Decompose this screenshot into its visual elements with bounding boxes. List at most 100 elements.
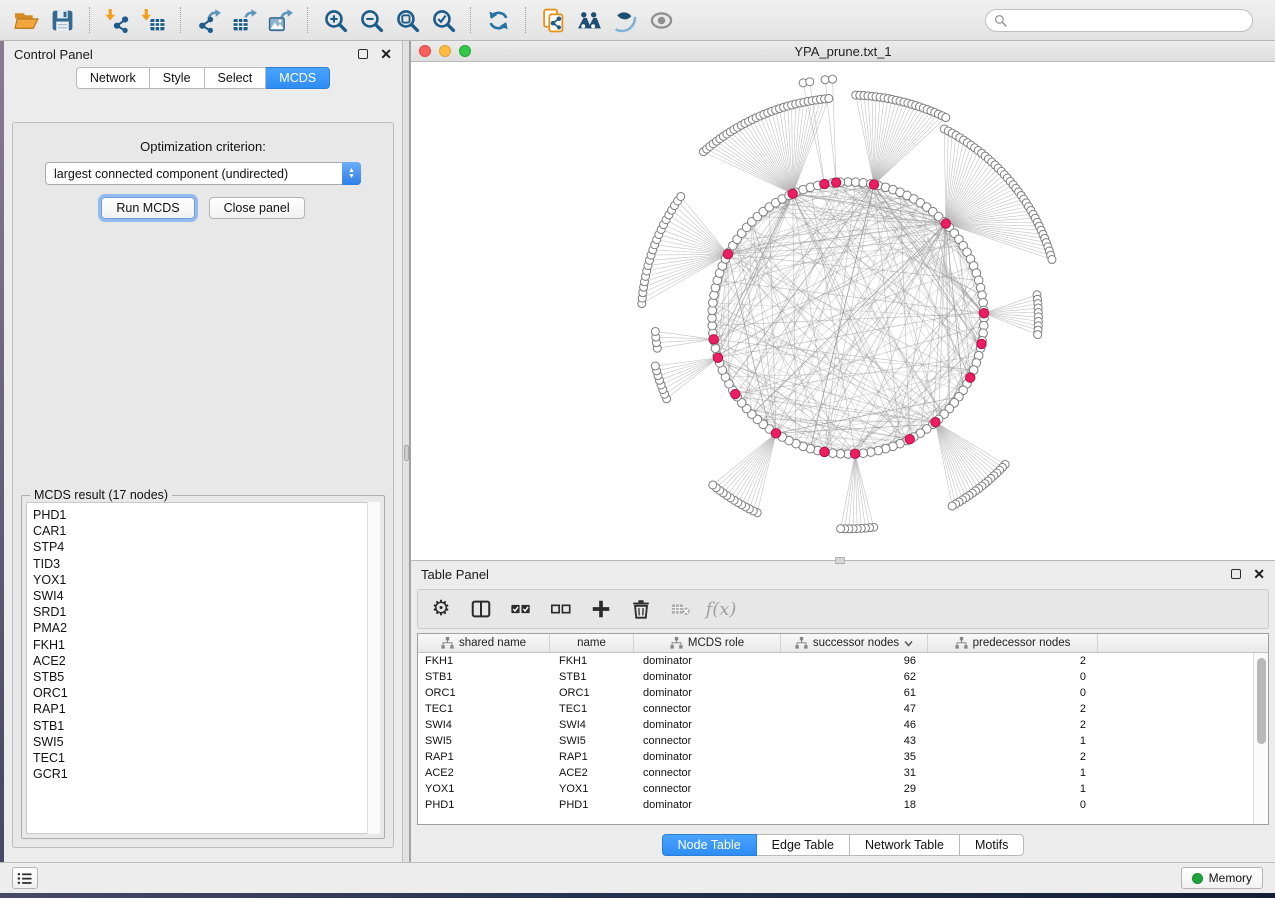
- tab-network[interactable]: Network: [76, 67, 150, 89]
- delete-rows-button[interactable]: [628, 596, 654, 622]
- memory-button[interactable]: Memory: [1181, 867, 1263, 889]
- import-network-button[interactable]: [99, 3, 135, 37]
- graph-leaf-node[interactable]: [942, 114, 950, 122]
- mcds-node-item[interactable]: STB1: [33, 718, 379, 734]
- table-row[interactable]: ORC1ORC1dominator610: [418, 685, 1268, 701]
- mcds-node-item[interactable]: STB5: [33, 669, 379, 685]
- table-scrollbar[interactable]: [1253, 653, 1268, 824]
- network-from-clipboard-button[interactable]: [535, 3, 571, 37]
- column-header-successor-nodes[interactable]: successor nodes: [781, 634, 928, 652]
- graph-leaf-node[interactable]: [825, 95, 833, 103]
- zoom-in-button[interactable]: [317, 3, 353, 37]
- delete-columns-button[interactable]: [668, 596, 694, 622]
- zoom-fit-button[interactable]: [389, 3, 425, 37]
- tab-select[interactable]: Select: [205, 67, 267, 89]
- table-row[interactable]: TEC1TEC1connector472: [418, 701, 1268, 717]
- table-row[interactable]: FKH1FKH1dominator962: [418, 653, 1268, 669]
- mcds-node-item[interactable]: PHD1: [33, 507, 379, 523]
- graph-leaf-node[interactable]: [829, 75, 837, 83]
- refresh-button[interactable]: [480, 3, 516, 37]
- graph-leaf-node[interactable]: [948, 502, 956, 510]
- column-header-shared-name[interactable]: shared name: [418, 634, 550, 652]
- graph-leaf-node[interactable]: [709, 481, 717, 489]
- table-row[interactable]: STB1STB1dominator620: [418, 669, 1268, 685]
- toolbar-search[interactable]: [985, 9, 1253, 32]
- table-scrollbar-thumb[interactable]: [1257, 658, 1266, 744]
- mcds-node-item[interactable]: ACE2: [33, 653, 379, 669]
- graph-hub-node[interactable]: [713, 353, 722, 362]
- add-column-button[interactable]: [588, 596, 614, 622]
- graph-leaf-node[interactable]: [806, 78, 814, 86]
- mcds-node-item[interactable]: FKH1: [33, 637, 379, 653]
- column-layout-button[interactable]: [468, 596, 494, 622]
- search-input[interactable]: [1012, 14, 1244, 28]
- tab-motifs[interactable]: Motifs: [960, 834, 1024, 856]
- graph-hub-node[interactable]: [979, 309, 988, 318]
- graph-leaf-node[interactable]: [651, 327, 659, 335]
- export-table-button[interactable]: [226, 3, 262, 37]
- mcds-list-scrollbar[interactable]: [367, 502, 380, 834]
- graph-hub-node[interactable]: [831, 178, 840, 187]
- graph-leaf-node[interactable]: [1034, 331, 1042, 339]
- graph-hub-node[interactable]: [788, 189, 797, 198]
- table-row[interactable]: SWI5SWI5connector431: [418, 733, 1268, 749]
- graph-leaf-node[interactable]: [837, 525, 845, 533]
- graph-hub-node[interactable]: [850, 449, 859, 458]
- graph-leaf-node[interactable]: [1048, 256, 1056, 264]
- open-file-button[interactable]: [8, 3, 44, 37]
- graph-hub-node[interactable]: [820, 179, 829, 188]
- tab-network-table[interactable]: Network Table: [850, 834, 960, 856]
- mcds-node-item[interactable]: YOX1: [33, 572, 379, 588]
- run-mcds-button[interactable]: Run MCDS: [101, 197, 194, 219]
- table-row[interactable]: PHD1PHD1dominator180: [418, 797, 1268, 813]
- graph-hub-node[interactable]: [931, 417, 940, 426]
- table-row[interactable]: RAP1RAP1dominator352: [418, 749, 1268, 765]
- search-binoculars-button[interactable]: [571, 3, 607, 37]
- function-builder-button[interactable]: f(x): [708, 596, 734, 622]
- splitter-grip[interactable]: [404, 445, 409, 461]
- mcds-node-item[interactable]: SWI5: [33, 734, 379, 750]
- mcds-node-item[interactable]: PMA2: [33, 620, 379, 636]
- table-row[interactable]: SWI4SWI4dominator462: [418, 717, 1268, 733]
- graph-hub-node[interactable]: [771, 429, 780, 438]
- task-history-button[interactable]: [12, 867, 38, 889]
- hide-graphics-button[interactable]: [607, 3, 643, 37]
- tab-style[interactable]: Style: [150, 67, 205, 89]
- graph-hub-node[interactable]: [941, 219, 950, 228]
- mcds-node-item[interactable]: TEC1: [33, 750, 379, 766]
- graph-hub-node[interactable]: [905, 434, 914, 443]
- graph-hub-node[interactable]: [966, 373, 975, 382]
- mcds-node-item[interactable]: GCR1: [33, 766, 379, 782]
- deselect-all-rows-button[interactable]: [548, 596, 574, 622]
- column-header-MCDS-role[interactable]: MCDS role: [634, 634, 781, 652]
- export-network-button[interactable]: [190, 3, 226, 37]
- float-window-icon[interactable]: [1231, 569, 1241, 579]
- mcds-result-list[interactable]: PHD1CAR1STP4TID3YOX1SWI4SRD1PMA2FKH1ACE2…: [26, 502, 380, 834]
- graph-hub-node[interactable]: [723, 249, 732, 258]
- mcds-node-item[interactable]: CAR1: [33, 523, 379, 539]
- vertical-splitter[interactable]: [402, 41, 410, 862]
- column-header-name[interactable]: name: [550, 634, 634, 652]
- save-session-button[interactable]: [44, 3, 80, 37]
- mcds-node-item[interactable]: SWI4: [33, 588, 379, 604]
- zoom-out-button[interactable]: [353, 3, 389, 37]
- close-icon[interactable]: ✕: [380, 49, 392, 59]
- select-all-rows-button[interactable]: [508, 596, 534, 622]
- table-row[interactable]: ACE2ACE2connector311: [418, 765, 1268, 781]
- table-row[interactable]: YOX1YOX1connector291: [418, 781, 1268, 797]
- close-icon[interactable]: ✕: [1253, 569, 1265, 579]
- mcds-node-item[interactable]: TID3: [33, 556, 379, 572]
- mcds-node-item[interactable]: SRD1: [33, 604, 379, 620]
- mcds-node-item[interactable]: RAP1: [33, 701, 379, 717]
- import-table-button[interactable]: [135, 3, 171, 37]
- table-settings-button[interactable]: ⚙: [428, 596, 454, 622]
- graph-hub-node[interactable]: [731, 389, 740, 398]
- float-window-icon[interactable]: [358, 49, 368, 59]
- close-panel-button[interactable]: Close panel: [209, 197, 305, 219]
- export-image-button[interactable]: [262, 3, 298, 37]
- horizontal-splitter-grip[interactable]: [835, 557, 845, 564]
- graph-leaf-node[interactable]: [821, 76, 829, 84]
- graph-hub-node[interactable]: [869, 180, 878, 189]
- tab-node-table[interactable]: Node Table: [662, 834, 757, 856]
- network-canvas[interactable]: [411, 62, 1274, 559]
